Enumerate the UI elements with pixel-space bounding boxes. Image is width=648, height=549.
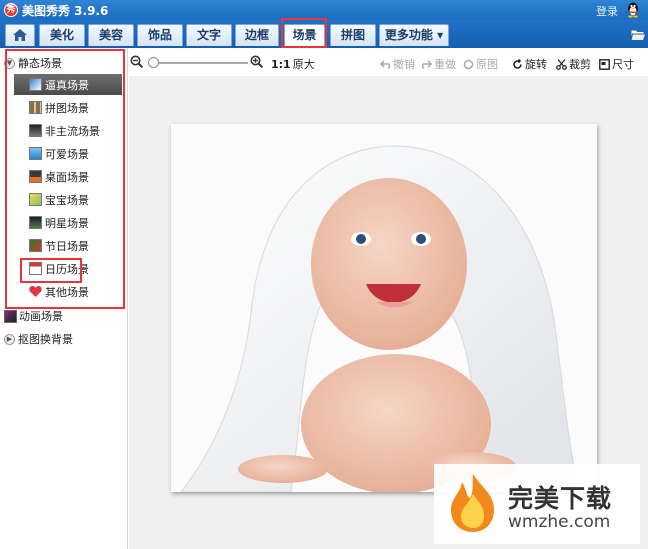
undo-icon <box>380 59 391 69</box>
watermark-domain: wmzhe.com <box>508 512 611 532</box>
original-size-label: 原大 <box>292 58 315 71</box>
crop-label: 裁剪 <box>569 58 591 71</box>
tab-collage[interactable]: 拼图 <box>330 24 376 46</box>
image-toolbar: 1:1 原大 撤销 重做 原图 旋转 裁剪 尺寸 <box>128 48 648 76</box>
redo-label: 重做 <box>434 58 456 71</box>
home-icon <box>13 29 27 41</box>
baby-photo[interactable] <box>171 124 597 492</box>
size-label: 尺寸 <box>612 58 634 71</box>
open-folder-icon[interactable] <box>630 28 646 42</box>
home-tab[interactable] <box>5 24 35 46</box>
ratio-label: 1:1 <box>271 57 291 71</box>
undo-button[interactable]: 撤销 <box>380 56 415 72</box>
rotate-icon <box>513 58 522 69</box>
app-logo-icon: 秀 <box>4 3 18 17</box>
animated-scene-group[interactable]: 动画场景 <box>4 308 63 324</box>
cutout-background-group-label: 抠图换背景 <box>18 333 73 346</box>
crop-button[interactable]: 裁剪 <box>556 56 591 72</box>
cutout-background-group[interactable]: ▶ 抠图换背景 <box>4 331 73 347</box>
expand-icon: ▶ <box>4 333 15 345</box>
tab-beautify[interactable]: 美化 <box>39 24 85 46</box>
zoom-out-icon[interactable] <box>130 55 143 68</box>
actual-size-button[interactable]: 1:1 原大 <box>271 56 315 72</box>
title-bar: 秀 美图秀秀 3.9.6 登录 <box>0 0 648 20</box>
redo-icon <box>421 59 432 69</box>
undo-label: 撤销 <box>393 58 415 71</box>
tab-more-features[interactable]: 更多功能 ▾ <box>379 24 449 46</box>
tab-accessories[interactable]: 饰品 <box>137 24 183 46</box>
tab-frame[interactable]: 边框 <box>235 24 279 46</box>
animated-scene-icon <box>4 309 17 323</box>
zoom-in-icon[interactable] <box>250 55 263 68</box>
scene-tab-highlight-box <box>281 18 327 48</box>
tab-makeup[interactable]: 美容 <box>88 24 134 46</box>
original-image-button[interactable]: 原图 <box>463 56 498 72</box>
rotate-button[interactable]: 旋转 <box>512 56 547 72</box>
zoom-slider-track[interactable] <box>150 62 248 64</box>
original-label: 原图 <box>476 58 498 71</box>
baby-photo-image <box>171 124 597 492</box>
redo-button[interactable]: 重做 <box>421 56 456 72</box>
rotate-label: 旋转 <box>525 58 547 71</box>
resize-icon <box>599 58 610 70</box>
zoom-slider-thumb[interactable] <box>148 57 159 68</box>
animated-scene-group-label: 动画场景 <box>19 310 63 323</box>
qq-penguin-icon[interactable] <box>626 1 640 18</box>
tab-text[interactable]: 文字 <box>186 24 232 46</box>
flame-logo-icon <box>451 474 494 532</box>
resize-button[interactable]: 尺寸 <box>599 56 634 72</box>
original-image-icon <box>463 59 474 69</box>
scissors-icon <box>556 58 567 70</box>
watermark-brand: 完美下载 <box>508 484 613 513</box>
login-link[interactable]: 登录 <box>596 3 618 19</box>
site-watermark: 完美下载 wmzhe.com <box>434 464 640 544</box>
calendar-scene-highlight-box <box>20 258 82 283</box>
window-title: 美图秀秀 3.9.6 <box>22 4 109 18</box>
